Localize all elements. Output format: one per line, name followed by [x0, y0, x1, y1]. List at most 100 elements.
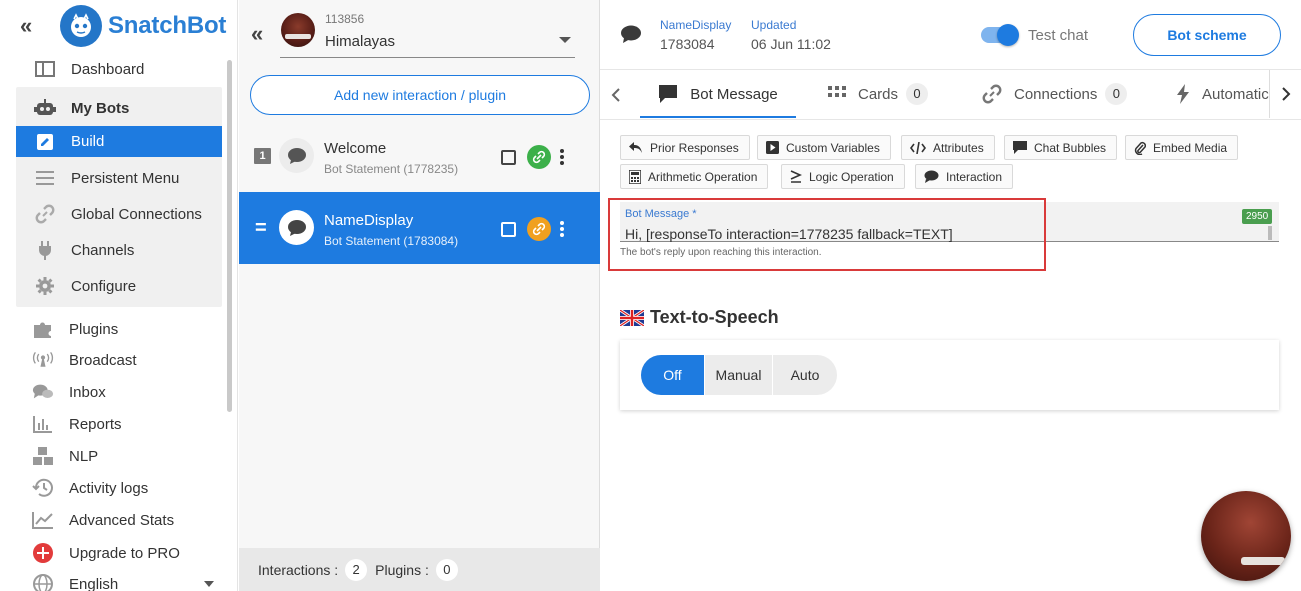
sidebar-scrollbar[interactable] — [227, 60, 232, 412]
interactions-footer: Interactions : 2 Plugins : 0 — [239, 548, 600, 591]
speech-icon — [1013, 141, 1027, 154]
interaction-button[interactable]: Interaction — [915, 164, 1014, 189]
interaction-row[interactable]: = NameDisplay Bot Statement (1783084) — [239, 192, 600, 264]
sum-icon — [790, 169, 802, 184]
sidebar-item-nlp[interactable]: NLP — [16, 440, 222, 472]
collapse-sidebar-button[interactable]: « — [20, 14, 40, 38]
interaction-row[interactable]: 1 Welcome Bot Statement (1778235) — [239, 120, 600, 192]
plus-circle-icon — [32, 542, 54, 564]
sidebar-item-label: Dashboard — [71, 60, 145, 78]
custom-variables-button[interactable]: Custom Variables — [757, 135, 891, 160]
interaction-id: 1783084 — [660, 36, 715, 52]
chevron-down-icon — [204, 581, 214, 587]
character-count-badge: 2950 — [1242, 209, 1273, 224]
highlight-annotation-box — [608, 198, 1046, 271]
line-chart-icon — [32, 509, 54, 531]
sidebar-item-activity-logs[interactable]: Activity logs — [16, 472, 222, 504]
plug-icon — [34, 239, 56, 261]
sidebar-item-reports[interactable]: Reports — [16, 408, 222, 440]
sidebar-item-channels[interactable]: Channels — [16, 234, 222, 266]
grid-icon — [828, 86, 846, 102]
sidebar-item-inbox[interactable]: Inbox — [16, 376, 222, 408]
sidebar-item-my-bots[interactable]: My Bots — [16, 92, 222, 124]
more-options-icon[interactable] — [556, 218, 568, 240]
plugins-count-badge: 0 — [435, 558, 458, 581]
chip-label: Prior Responses — [650, 140, 739, 155]
tts-manual-button[interactable]: Manual — [705, 355, 773, 395]
tab-connections[interactable]: Connections 0 — [982, 70, 1128, 118]
bot-scheme-button[interactable]: Bot scheme — [1133, 14, 1281, 56]
sidebar-item-label: Inbox — [69, 383, 106, 401]
updated-label: Updated — [751, 18, 797, 32]
chat-icon — [32, 381, 54, 403]
toggle-knob — [997, 24, 1019, 46]
interaction-checkbox[interactable] — [501, 222, 516, 237]
sidebar-item-configure[interactable]: Configure — [16, 270, 222, 302]
sidebar-item-advanced-stats[interactable]: Advanced Stats — [16, 504, 222, 536]
sidebar-item-language[interactable]: English — [16, 568, 222, 591]
sidebar-item-dashboard[interactable]: Dashboard — [16, 53, 222, 85]
add-interaction-button[interactable]: Add new interaction / plugin — [250, 75, 590, 115]
connection-link-icon[interactable] — [527, 145, 551, 169]
prior-responses-button[interactable]: Prior Responses — [620, 135, 750, 160]
plugins-count-label: Plugins : — [375, 561, 429, 578]
puzzle-icon — [32, 318, 54, 340]
sidebar-item-label: Plugins — [69, 320, 119, 338]
tab-label: Connections — [1014, 85, 1098, 103]
gear-icon — [34, 275, 56, 297]
bot-name: Himalayas — [325, 33, 396, 50]
embed-media-button[interactable]: Embed Media — [1125, 135, 1239, 160]
sidebar-item-label: Persistent Menu — [71, 169, 180, 187]
drag-handle-icon[interactable]: = — [255, 218, 267, 238]
tabs-scroll-left-button[interactable] — [604, 80, 628, 110]
tab-bot-message[interactable]: Bot Message — [640, 70, 796, 118]
chat-bubbles-button[interactable]: Chat Bubbles — [1004, 135, 1118, 160]
message-icon — [658, 84, 678, 104]
sidebar-item-persistent-menu[interactable]: Persistent Menu — [16, 162, 222, 194]
attributes-button[interactable]: Attributes — [901, 135, 995, 160]
interaction-checkbox[interactable] — [501, 150, 516, 165]
tabs-scroll-right-button[interactable] — [1269, 70, 1301, 118]
sidebar-item-build[interactable]: Build — [16, 126, 222, 157]
interactions-panel: « 113856 Himalayas Add new interaction /… — [239, 0, 600, 591]
logic-operation-button[interactable]: Logic Operation — [781, 164, 905, 189]
chip-label: Attributes — [933, 140, 984, 155]
sidebar-item-plugins[interactable]: Plugins — [16, 313, 222, 345]
sidebar-item-label: My Bots — [71, 99, 130, 117]
logo-text: SnatchBot — [108, 12, 227, 39]
interaction-subtitle: Bot Statement (1783084) — [324, 234, 459, 248]
uk-flag-icon — [620, 309, 644, 326]
tab-count-badge: 0 — [906, 83, 929, 105]
message-scrollbar[interactable] — [1268, 226, 1272, 240]
tab-cards[interactable]: Cards 0 — [828, 70, 929, 118]
tts-heading: Text-to-Speech — [620, 307, 779, 328]
tab-automatic[interactable]: Automatic — [1176, 70, 1269, 118]
sidebar-item-label: Global Connections — [71, 205, 202, 223]
bot-selector[interactable]: Himalayas — [280, 27, 575, 58]
chip-label: Chat Bubbles — [1034, 140, 1107, 155]
sidebar-item-label: Broadcast — [69, 351, 137, 369]
sidebar-item-upgrade[interactable]: Upgrade to PRO — [16, 537, 222, 569]
tts-off-button[interactable]: Off — [641, 355, 705, 395]
logo[interactable]: SnatchBot — [60, 5, 226, 47]
tts-auto-button[interactable]: Auto — [773, 355, 837, 395]
sidebar-item-label: Activity logs — [69, 479, 149, 497]
arithmetic-operation-button[interactable]: Arithmetic Operation — [620, 164, 769, 189]
interaction-number: 1 — [254, 148, 271, 164]
speech-bubble-icon — [620, 24, 642, 47]
sidebar-item-label: Reports — [69, 415, 122, 433]
history-icon — [32, 477, 54, 499]
connection-link-icon[interactable] — [527, 217, 551, 241]
sidebar-item-broadcast[interactable]: Broadcast — [16, 344, 222, 376]
collapse-panel-button[interactable]: « — [251, 22, 263, 46]
bot-id: 113856 — [325, 12, 365, 26]
calculator-icon — [629, 169, 641, 184]
editor-tabs: Bot Message Cards 0 Connections 0 Automa… — [600, 70, 1301, 120]
chat-icon — [924, 170, 939, 183]
sidebar-item-label: Advanced Stats — [69, 511, 175, 529]
reply-icon — [629, 141, 643, 154]
chat-launcher-avatar[interactable] — [1201, 491, 1291, 581]
more-options-icon[interactable] — [556, 146, 568, 168]
test-chat-toggle[interactable] — [981, 24, 1019, 46]
sidebar-item-global-connections[interactable]: Global Connections — [16, 198, 222, 230]
